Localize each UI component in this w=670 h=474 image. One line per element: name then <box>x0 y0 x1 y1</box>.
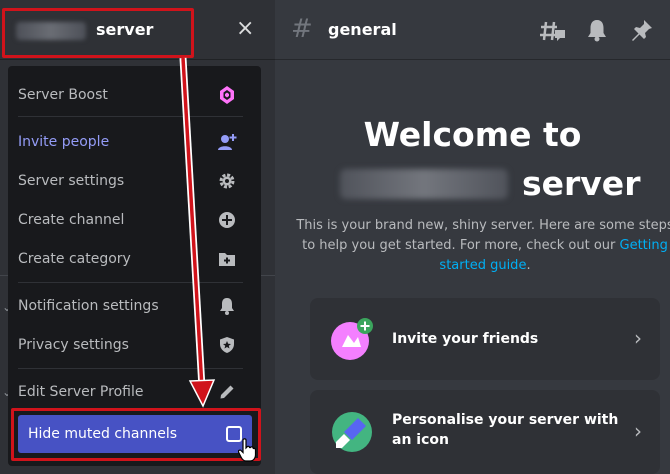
invite-friends-icon <box>330 317 374 361</box>
plus-circle-icon <box>217 210 237 230</box>
hashtag-icon: # <box>291 14 313 44</box>
card-label: Invite your friends <box>392 331 539 347</box>
add-user-icon <box>217 132 237 152</box>
card-label: Personalise your server with an icon <box>392 412 619 448</box>
menu-item-label: Server settings <box>18 173 125 189</box>
menu-item-label: Edit Server Profile <box>18 384 144 400</box>
chevron-right-icon: › <box>634 419 642 443</box>
menu-item-notification-settings[interactable]: Notification settings <box>10 290 245 322</box>
gear-icon <box>217 171 237 191</box>
welcome-description-trailer: . <box>526 258 531 273</box>
menu-separator <box>18 116 243 117</box>
shield-star-icon <box>217 335 237 355</box>
menu-item-invite-people[interactable]: Invite people <box>10 126 245 158</box>
boost-gem-icon <box>217 85 237 105</box>
threads-icon[interactable] <box>540 18 566 44</box>
welcome-description-text: This is your brand new, shiny server. He… <box>296 218 670 253</box>
invite-friends-card[interactable]: Invite your friends › <box>310 298 660 380</box>
menu-item-label: Create category <box>18 251 131 267</box>
menu-item-create-channel[interactable]: Create channel <box>10 204 245 236</box>
bell-icon[interactable] <box>585 18 611 44</box>
menu-item-server-settings[interactable]: Server settings <box>10 165 245 197</box>
folder-plus-icon <box>217 249 237 269</box>
paintbrush-icon <box>330 410 374 454</box>
blurred-server-owner-name <box>340 168 508 199</box>
personalise-server-card[interactable]: Personalise your server with an icon › <box>310 390 660 474</box>
menu-item-server-boost[interactable]: Server Boost <box>10 79 245 111</box>
menu-item-create-category[interactable]: Create category <box>10 243 245 275</box>
menu-item-privacy-settings[interactable]: Privacy settings <box>10 329 245 361</box>
menu-separator <box>18 368 243 369</box>
channel-name: general <box>328 20 397 39</box>
menu-item-label: Privacy settings <box>18 337 129 353</box>
close-icon[interactable]: × <box>236 18 254 40</box>
menu-separator <box>18 282 243 283</box>
pin-icon[interactable] <box>630 18 656 44</box>
channel-header: # general <box>275 0 670 60</box>
pencil-icon <box>217 382 237 402</box>
annotation-hide-muted-highlight <box>11 408 261 461</box>
welcome-title-line2: server <box>340 164 640 203</box>
welcome-description: This is your brand new, shiny server. He… <box>296 216 670 276</box>
hand-cursor-icon <box>238 438 256 462</box>
chevron-right-icon: › <box>634 326 642 350</box>
annotation-server-name-highlight <box>2 8 194 58</box>
menu-item-label: Create channel <box>18 212 125 228</box>
welcome-server-word: server <box>522 164 641 203</box>
welcome-title: Welcome to <box>363 115 582 154</box>
bell-icon <box>217 296 237 316</box>
menu-item-edit-server-profile[interactable]: Edit Server Profile <box>10 376 245 408</box>
menu-item-label: Notification settings <box>18 298 159 314</box>
menu-item-label: Server Boost <box>18 87 108 103</box>
menu-item-label: Invite people <box>18 134 110 150</box>
